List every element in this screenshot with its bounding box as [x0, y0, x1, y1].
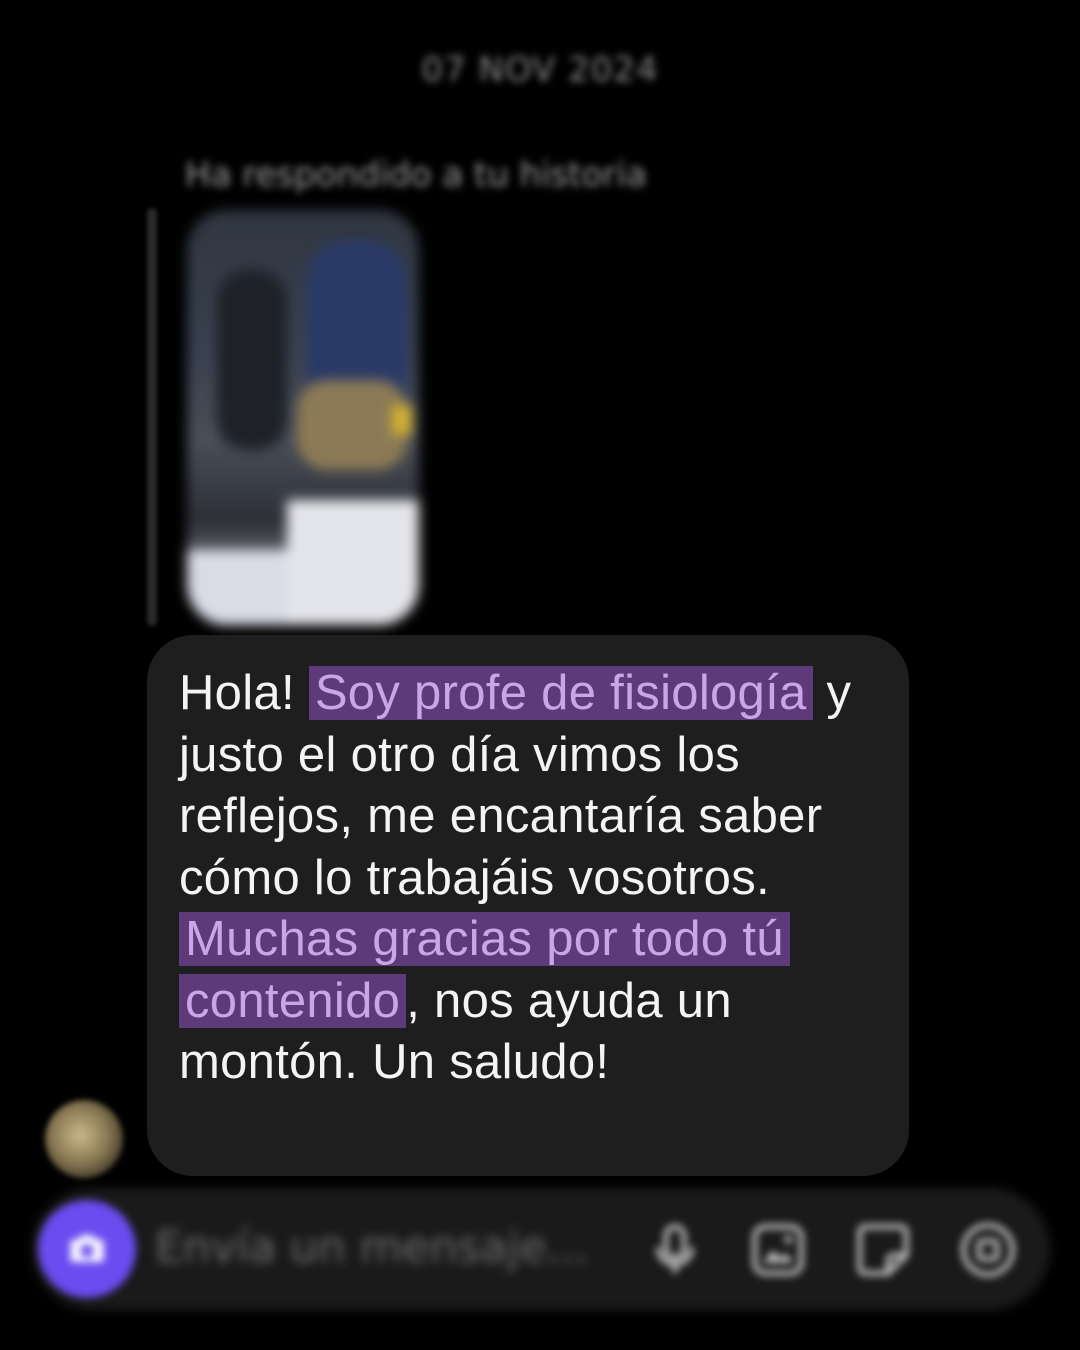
plus-circle-icon — [960, 1222, 1016, 1278]
image-gallery-icon — [752, 1224, 804, 1276]
microphone-icon — [655, 1224, 695, 1274]
camera-icon — [70, 1235, 104, 1262]
sender-avatar[interactable] — [45, 1100, 123, 1178]
message-bubble[interactable]: Hola! Soy profe de fisiología y justo el… — [147, 635, 909, 1176]
story-thumbnail[interactable] — [187, 210, 419, 625]
camera-button[interactable] — [38, 1200, 136, 1298]
message-text: Hola! Soy profe de fisiología y justo el… — [179, 663, 889, 1094]
gallery-button[interactable] — [743, 1215, 813, 1285]
sticker-button[interactable] — [848, 1215, 918, 1285]
story-reply-label: Ha respondido a tu historia — [185, 155, 647, 195]
reply-indicator-bar — [147, 208, 157, 626]
more-button[interactable] — [953, 1215, 1023, 1285]
message-input[interactable]: Envía un mensaje... — [155, 1222, 589, 1273]
date-separator: 07 NOV 2024 — [421, 50, 659, 90]
message-segment: Hola! — [179, 666, 309, 720]
microphone-button[interactable] — [640, 1215, 710, 1285]
message-highlight: Soy profe de fisiología — [308, 666, 813, 720]
sticker-icon — [857, 1224, 909, 1276]
